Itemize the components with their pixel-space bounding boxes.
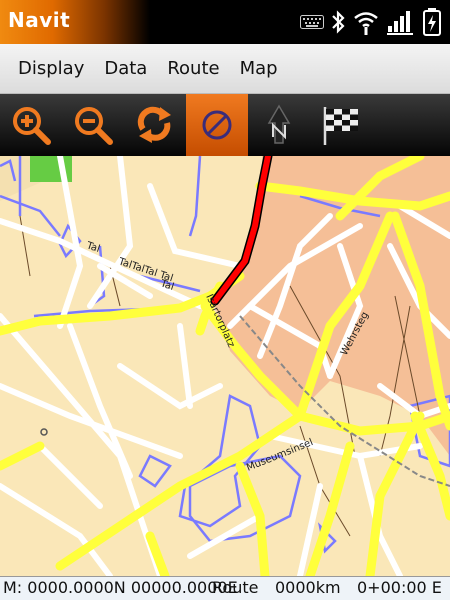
refresh-route-icon (137, 106, 171, 143)
destination-flag-icon (323, 107, 358, 145)
wifi-icon (352, 6, 380, 38)
zoom-out-button[interactable] (62, 94, 124, 156)
menu-route[interactable]: Route (157, 44, 229, 94)
menu-map[interactable]: Map (230, 44, 288, 94)
menu-bar: Display Data Route Map (0, 44, 450, 94)
zoom-in-icon (13, 107, 51, 145)
north-arrow-button[interactable] (248, 94, 310, 156)
orientation-lock-button[interactable] (186, 94, 248, 156)
destination-flag-button[interactable] (310, 94, 372, 156)
map-canvas[interactable]: Tal TalTalTal Tal Tal Isartorplatz Wehrs… (0, 156, 450, 576)
keyboard-icon (300, 6, 324, 38)
app-title: Navit (8, 8, 71, 32)
route-label: Route (212, 578, 259, 597)
distance-readout: 0000km (275, 578, 341, 597)
signal-icon (386, 6, 416, 38)
bluetooth-icon (330, 6, 346, 38)
bottom-status-bar: M: 0000.0000N 00000.0000E Route 0000km 0… (0, 576, 450, 600)
menu-display[interactable]: Display (8, 44, 94, 94)
menu-data[interactable]: Data (94, 44, 157, 94)
poi-marker[interactable] (40, 428, 48, 436)
status-bar: Navit (0, 0, 450, 44)
position-readout: M: 0000.0000N 00000.0000E (3, 578, 238, 597)
zoom-out-icon (75, 107, 113, 145)
refresh-route-button[interactable] (124, 94, 186, 156)
time-readout: 0+00:00 E (357, 578, 442, 597)
status-icons (300, 6, 442, 38)
zoom-in-button[interactable] (0, 94, 62, 156)
map-view[interactable]: Tal TalTalTal Tal Tal Isartorplatz Wehrs… (0, 156, 450, 576)
battery-icon (422, 6, 442, 38)
orientation-lock-icon (202, 110, 232, 140)
toolbar (0, 94, 450, 156)
north-arrow-icon (267, 104, 291, 144)
